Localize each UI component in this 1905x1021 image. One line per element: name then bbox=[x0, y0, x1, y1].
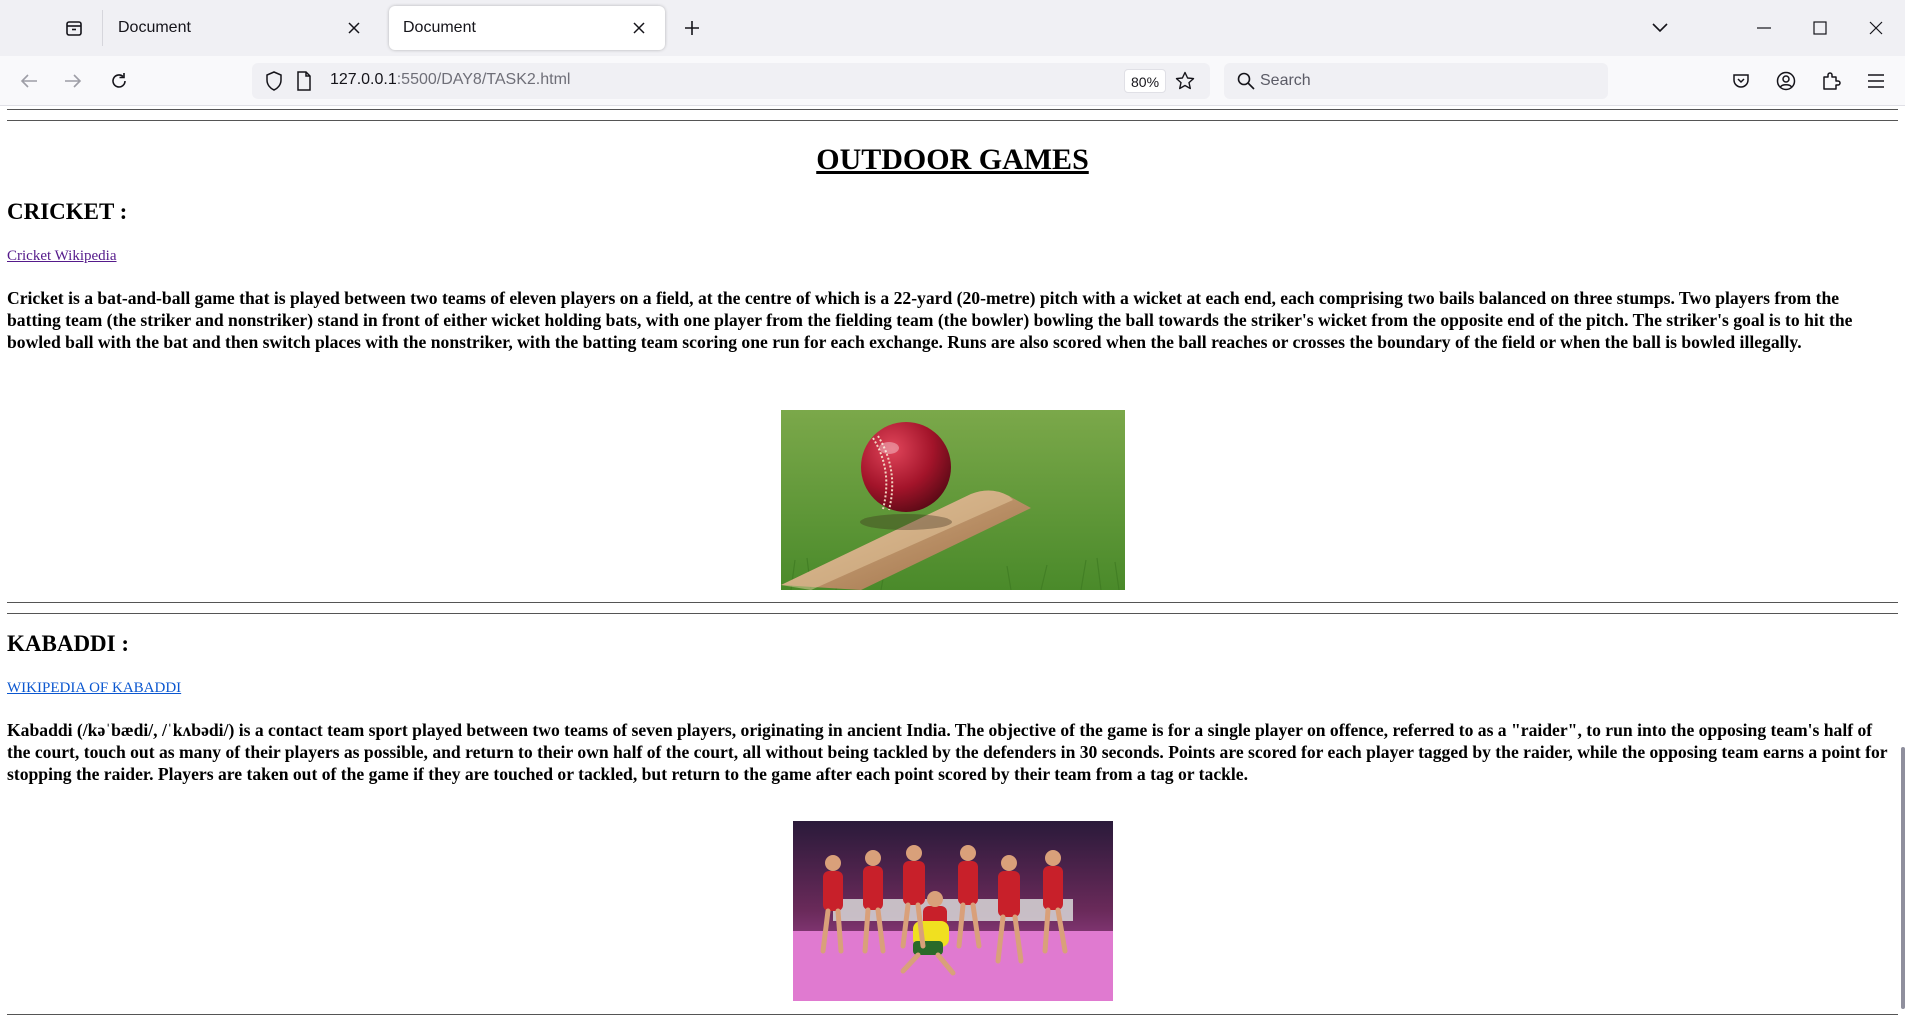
url-path: :5500/DAY8/TASK2.html bbox=[396, 71, 571, 88]
horizontal-rule bbox=[7, 109, 1898, 121]
kabaddi-heading: KABADDI : bbox=[7, 631, 130, 656]
cricket-wikipedia-link[interactable]: Cricket Wikipedia bbox=[7, 248, 117, 265]
tab-strip: Document Document bbox=[0, 0, 1905, 56]
close-tab-icon[interactable] bbox=[627, 16, 651, 40]
tab-title: Document bbox=[403, 19, 476, 36]
pocket-icon[interactable] bbox=[1725, 65, 1757, 97]
zoom-level-badge[interactable]: 80% bbox=[1124, 69, 1167, 93]
forward-arrow-icon[interactable] bbox=[57, 65, 89, 97]
close-tab-icon[interactable] bbox=[342, 16, 366, 40]
cricket-heading: CRICKET : bbox=[7, 199, 128, 224]
back-arrow-icon[interactable] bbox=[13, 65, 45, 97]
search-bar[interactable] bbox=[1224, 63, 1608, 99]
search-icon bbox=[1234, 69, 1258, 93]
account-icon[interactable] bbox=[1770, 65, 1802, 97]
address-bar[interactable]: 127.0.0.1:5500/DAY8/TASK2.html 80% bbox=[252, 63, 1210, 99]
reload-icon[interactable] bbox=[103, 65, 135, 97]
navigation-toolbar: 127.0.0.1:5500/DAY8/TASK2.html 80% bbox=[0, 56, 1905, 106]
maximize-icon[interactable] bbox=[1800, 10, 1840, 46]
horizontal-rule bbox=[7, 602, 1898, 614]
tab-document-2[interactable]: Document bbox=[389, 6, 665, 50]
kabaddi-description: Kabaddi (/kəˈbædi/, /ˈkʌbədi/) is a cont… bbox=[7, 720, 1888, 784]
page-content: OUTDOOR GAMES CRICKET : Cricket Wikipedi… bbox=[0, 107, 1905, 1021]
url-text[interactable]: 127.0.0.1:5500/DAY8/TASK2.html bbox=[330, 71, 570, 89]
tracking-protection-shield-icon[interactable] bbox=[262, 69, 286, 93]
cricket-image bbox=[781, 410, 1125, 590]
page-info-icon[interactable] bbox=[292, 69, 316, 93]
tab-separator bbox=[102, 10, 103, 46]
close-window-icon[interactable] bbox=[1856, 10, 1896, 46]
kabaddi-image bbox=[793, 821, 1113, 1001]
kabaddi-wikipedia-link[interactable]: WIKIPEDIA OF KABADDI bbox=[7, 680, 181, 697]
search-input[interactable] bbox=[1260, 63, 1590, 99]
bookmark-star-icon[interactable] bbox=[1172, 69, 1198, 93]
tab-title: Document bbox=[118, 19, 191, 36]
page-title: OUTDOOR GAMES bbox=[816, 143, 1089, 176]
tab-groups-icon[interactable] bbox=[54, 14, 94, 42]
minimize-icon[interactable] bbox=[1744, 10, 1784, 46]
tab-document-1[interactable]: Document bbox=[104, 6, 380, 50]
list-all-tabs-chevron-icon[interactable] bbox=[1646, 14, 1674, 42]
cricket-description: Cricket is a bat-and-ball game that is p… bbox=[7, 288, 1853, 352]
menu-hamburger-icon[interactable] bbox=[1860, 65, 1892, 97]
horizontal-rule bbox=[7, 1014, 1898, 1021]
url-host: 127.0.0.1 bbox=[330, 71, 397, 88]
new-tab-plus-icon[interactable] bbox=[678, 14, 706, 42]
vertical-scrollbar[interactable] bbox=[1901, 747, 1905, 1009]
extensions-puzzle-icon[interactable] bbox=[1815, 65, 1847, 97]
